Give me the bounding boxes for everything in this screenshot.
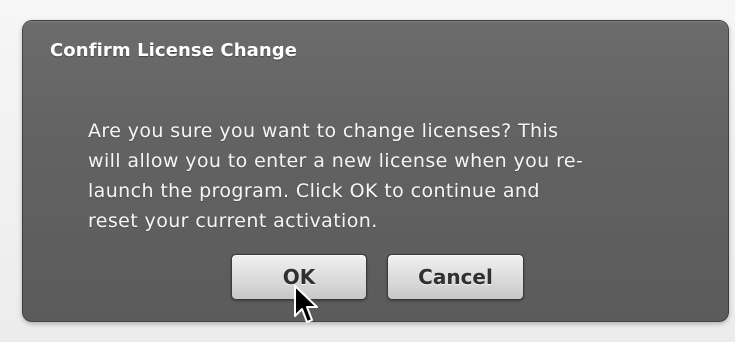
dialog-message: Are you sure you want to change licenses… <box>88 116 658 236</box>
message-line-3: launch the program. Click OK to continue… <box>88 180 540 202</box>
message-line-4: reset your current activation. <box>88 210 378 232</box>
ok-button[interactable]: OK <box>231 254 367 300</box>
cancel-button[interactable]: Cancel <box>387 254 524 300</box>
dialog-title: Confirm License Change <box>50 40 298 61</box>
message-line-2: will allow you to enter a new license wh… <box>88 150 584 172</box>
confirm-license-change-dialog: Confirm License Change Are you sure you … <box>22 20 729 322</box>
screen: Confirm License Change Are you sure you … <box>0 0 735 342</box>
message-line-1: Are you sure you want to change licenses… <box>88 120 559 142</box>
